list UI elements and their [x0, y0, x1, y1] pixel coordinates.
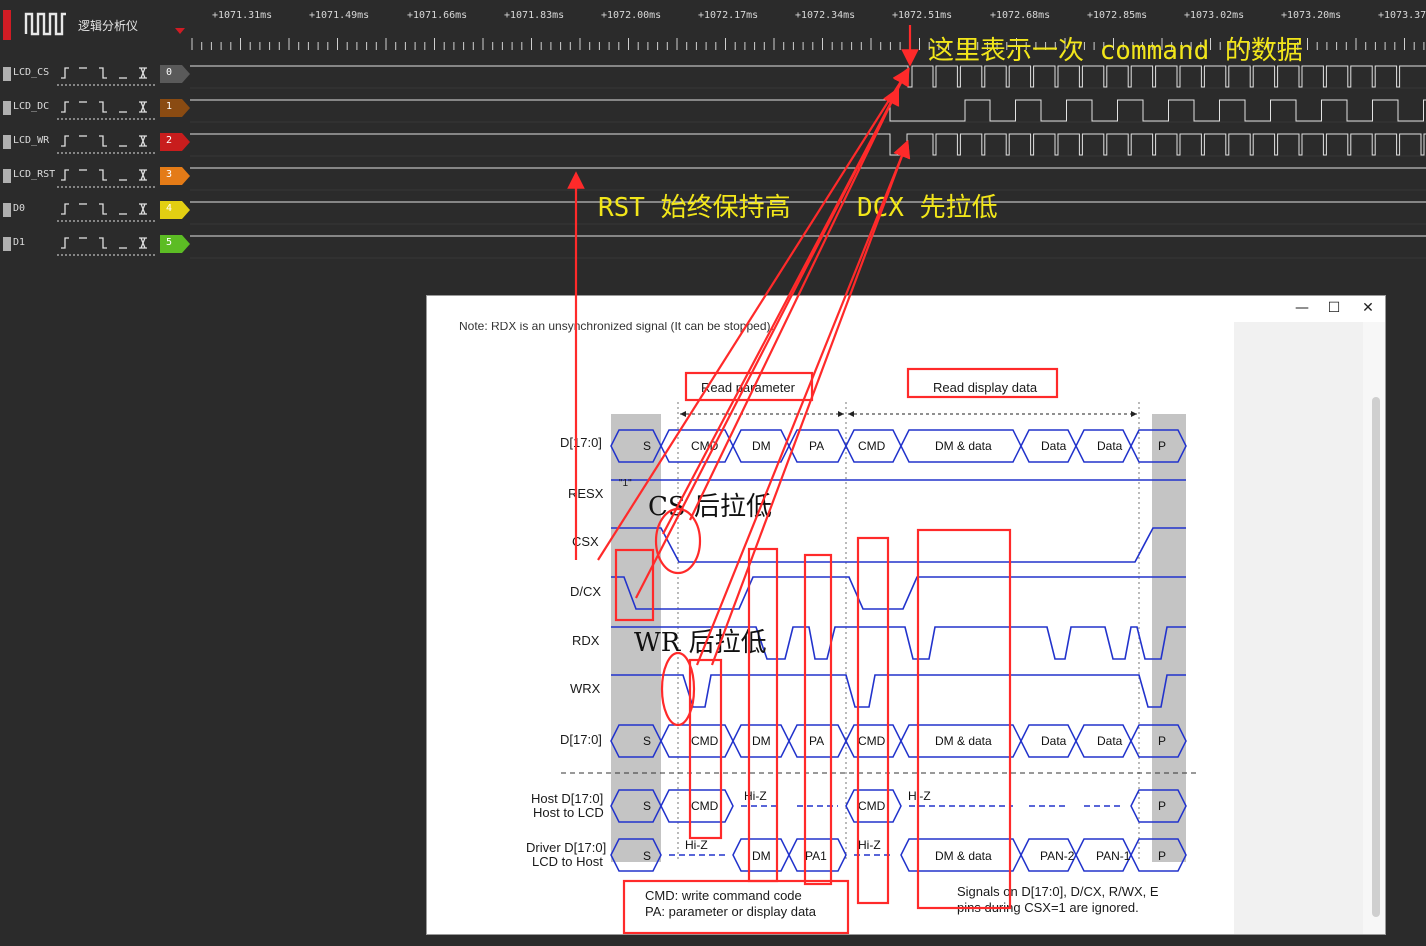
bus-cell: PAN-2	[1040, 849, 1075, 863]
channel-handle[interactable]	[3, 101, 11, 115]
legend-pa: PA: parameter or display data	[645, 904, 817, 919]
signal-label: D[17:0]	[560, 435, 602, 450]
channel-handle[interactable]	[3, 237, 11, 251]
bus-cell: P	[1158, 439, 1167, 453]
driver-label-sub: LCD to Host	[532, 854, 603, 869]
signal-label: D[17:0]	[560, 732, 602, 747]
bus-cell: Data	[1041, 439, 1067, 453]
trigger-options-icon[interactable]	[57, 165, 157, 189]
host-label-sub: Host to LCD	[533, 805, 604, 820]
bus-cell: Data	[1097, 734, 1123, 748]
bus-cell: Hi-Z	[858, 838, 881, 852]
trigger-options-icon[interactable]	[57, 199, 157, 223]
bus-cell: S	[643, 734, 652, 748]
bus-cell: Data	[1041, 734, 1067, 748]
host-label: Host D[17:0]	[531, 791, 604, 806]
channel-name: LCD_CS	[13, 67, 50, 78]
channel-handle[interactable]	[3, 169, 11, 183]
datasheet-window[interactable]: — ☐ ✕ Note: RDX is an unsynchronized sig…	[426, 295, 1386, 935]
channel-handle[interactable]	[3, 203, 11, 217]
bus-cell: DM & data	[935, 439, 992, 453]
channel-name: LCD_DC	[13, 101, 50, 112]
wr-annotation: WR 后拉低	[634, 628, 767, 658]
channel-name: LCD_WR	[13, 135, 50, 146]
timing-diagram-page: Note: RDX is an unsynchronized signal (I…	[451, 322, 1234, 934]
channel-index-badge: 0	[160, 65, 190, 83]
rst-annotation: RST 始终保持高	[598, 193, 791, 223]
bus-cell: PA1	[805, 849, 827, 863]
ignored-note-sub: pins during CSX=1 are ignored.	[957, 900, 1139, 915]
bus-cell: DM	[752, 734, 771, 748]
bus-cell: DM & data	[935, 849, 992, 863]
bus-cell: CMD	[691, 439, 719, 453]
page-gutter	[1234, 322, 1364, 934]
read-display-data-label: Read display data	[933, 380, 1038, 395]
bus-cell: PA	[809, 439, 825, 453]
driver-label: Driver D[17:0]	[526, 840, 607, 855]
signal-label: D/CX	[570, 584, 602, 599]
dcx-annotation: DCX 先拉低	[857, 193, 998, 223]
bus-cell: P	[1158, 734, 1167, 748]
ignored-note: Signals on D[17:0], D/CX, R/WX, E	[957, 884, 1159, 899]
command-annotation: 这里表示一次 command 的数据	[928, 36, 1303, 66]
channel-handle[interactable]	[3, 135, 11, 149]
bus-cell: S	[643, 849, 652, 863]
channel-index-badge: 1	[160, 99, 190, 117]
vertical-scrollbar[interactable]	[1363, 322, 1385, 934]
bus-cell: P	[1158, 799, 1167, 813]
channel-index-badge: 4	[160, 201, 190, 219]
bus-cell: DM & data	[935, 734, 992, 748]
bus-cell: CMD	[691, 734, 719, 748]
channel-row-lcd-dc[interactable]: LCD_DC 1	[0, 93, 1426, 127]
bus-cell: PAN-1	[1096, 849, 1131, 863]
trigger-options-icon[interactable]	[57, 63, 157, 87]
signal-label: WRX	[570, 681, 601, 696]
channel-index-badge: 3	[160, 167, 190, 185]
channel-index-badge: 2	[160, 133, 190, 151]
minimize-button[interactable]: —	[1287, 296, 1317, 320]
channel-handle[interactable]	[3, 67, 11, 81]
legend-cmd: CMD: write command code	[645, 888, 802, 903]
channel-row-lcd-wr[interactable]: LCD_WR 2	[0, 127, 1426, 161]
bus-cell: CMD	[858, 439, 886, 453]
channel-name: D1	[13, 237, 26, 248]
bus-cell: Hi-Z	[744, 789, 767, 803]
channel-index-badge: 5	[160, 235, 190, 253]
bus-cell: CMD	[691, 799, 719, 813]
bus-cell: CMD	[858, 734, 886, 748]
close-button[interactable]: ✕	[1353, 296, 1383, 320]
signal-label: CSX	[572, 534, 599, 549]
bus-cell: Hi-Z	[685, 838, 708, 852]
signal-label: RDX	[572, 633, 600, 648]
bus-cell: P	[1158, 849, 1167, 863]
signal-label: RESX	[568, 486, 604, 501]
trigger-options-icon[interactable]	[57, 233, 157, 257]
bus-cell: S	[643, 439, 652, 453]
bus-cell: DM	[752, 439, 771, 453]
trigger-options-icon[interactable]	[57, 97, 157, 121]
channel-row-d1[interactable]: D1 5	[0, 229, 1426, 263]
channel-name: LCD_RST	[13, 169, 56, 180]
bus-cell: Data	[1097, 439, 1123, 453]
bus-cell: CMD	[858, 799, 886, 813]
maximize-button[interactable]: ☐	[1319, 296, 1349, 320]
bus-cell: DM	[752, 849, 771, 863]
bus-cell: S	[643, 799, 652, 813]
scrollbar-thumb[interactable]	[1372, 397, 1380, 917]
channel-name: D0	[13, 203, 26, 214]
resx-value: "1"	[619, 478, 632, 489]
read-parameter-label: Read parameter	[701, 380, 795, 395]
trigger-options-icon[interactable]	[57, 131, 157, 155]
bus-cell: PA	[809, 734, 825, 748]
cs-annotation: CS 后拉低	[648, 492, 772, 522]
bus-cell: Hi-Z	[908, 789, 931, 803]
